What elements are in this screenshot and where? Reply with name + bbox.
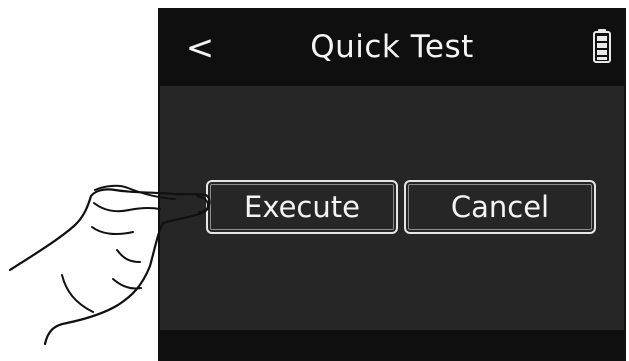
page-title: Quick Test	[310, 29, 474, 65]
execute-button[interactable]: Execute	[206, 180, 398, 234]
battery-icon	[593, 29, 611, 63]
device-screen: < Quick Test Execute Cancel	[158, 8, 626, 361]
cancel-button[interactable]: Cancel	[404, 180, 596, 234]
bottom-bar	[160, 330, 624, 359]
main-content: Execute Cancel	[160, 86, 624, 334]
title-bar: < Quick Test	[160, 10, 624, 86]
instruction-illustration: < Quick Test Execute Cancel	[0, 0, 629, 361]
